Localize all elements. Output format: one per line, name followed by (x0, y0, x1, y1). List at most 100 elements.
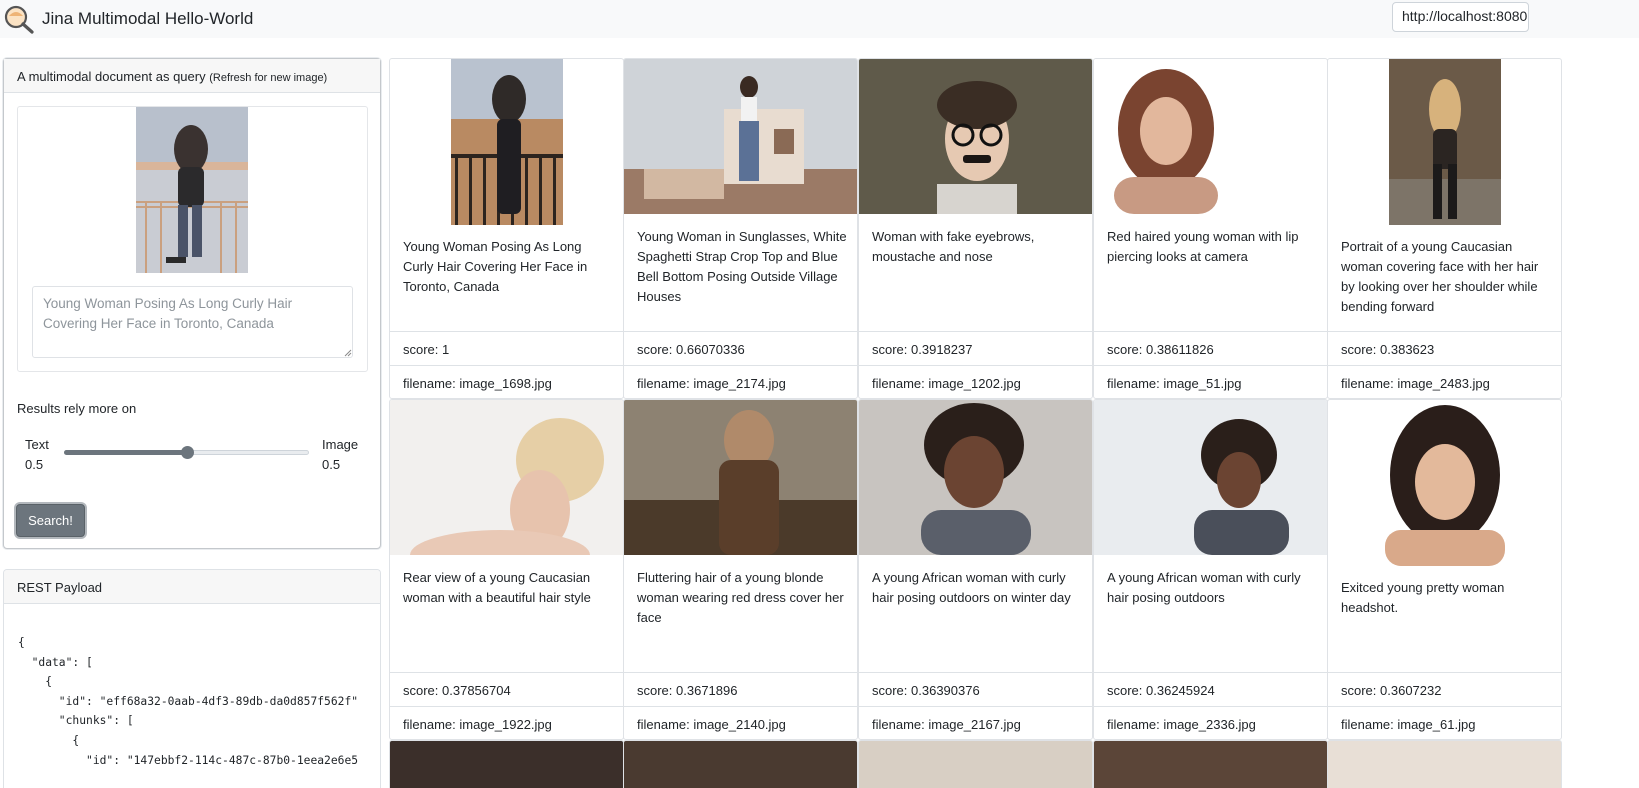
result-card-partial[interactable] (858, 740, 1093, 788)
result-filename: filename: image_1202.jpg (872, 376, 1021, 391)
result-card[interactable]: Young Woman Posing As Long Curly Hair Co… (389, 58, 624, 399)
result-filename: filename: image_2140.jpg (637, 717, 786, 732)
result-filename: filename: image_2483.jpg (1341, 376, 1490, 391)
result-image[interactable] (1094, 400, 1328, 555)
result-image[interactable] (859, 59, 1093, 214)
query-text-input[interactable]: Young Woman Posing As Long Curly Hair Co… (32, 286, 353, 358)
result-card[interactable]: Portrait of a young Caucasian woman cove… (1327, 58, 1562, 399)
result-caption: Young Woman in Sunglasses, White Spaghet… (637, 229, 847, 304)
rest-payload-card: REST Payload { "data": [ { "id": "eff68a… (3, 569, 381, 788)
divider (859, 331, 1092, 332)
divider (859, 365, 1092, 366)
rest-payload-header: REST Payload (4, 570, 380, 604)
payload-line: "data": [ (18, 655, 93, 669)
jina-search-logo-icon (4, 5, 34, 34)
result-score: score: 0.37856704 (403, 683, 511, 698)
result-filename: filename: image_1698.jpg (403, 376, 552, 391)
result-filename: filename: image_1922.jpg (403, 717, 552, 732)
payload-line: { (18, 733, 80, 747)
divider (1094, 706, 1327, 707)
result-score: score: 0.383623 (1341, 342, 1435, 357)
query-card: A multimodal document as query (Refresh … (3, 58, 381, 549)
divider (624, 672, 857, 673)
query-card-title: A multimodal document as query (17, 69, 206, 84)
divider (1328, 672, 1561, 673)
results-grid: Young Woman Posing As Long Curly Hair Co… (389, 58, 1639, 788)
result-card[interactable]: Woman with fake eyebrows, moustache and … (858, 58, 1093, 399)
endpoint-input[interactable]: http://localhost:8080 (1392, 2, 1529, 32)
result-card[interactable]: A young African woman with curly hair po… (858, 399, 1093, 740)
divider (1094, 331, 1327, 332)
result-image[interactable] (624, 400, 858, 555)
divider (624, 331, 857, 332)
result-card-partial[interactable] (389, 740, 624, 788)
result-card[interactable]: Young Woman in Sunglasses, White Spaghet… (623, 58, 858, 399)
result-image[interactable] (859, 400, 1093, 555)
payload-line: "id": "eff68a32-0aab-4df3-89db-da0d857f5… (18, 694, 359, 708)
result-caption: Young Woman Posing As Long Curly Hair Co… (403, 239, 588, 294)
result-score: score: 0.36390376 (872, 683, 980, 698)
result-card[interactable]: Rear view of a young Caucasian woman wit… (389, 399, 624, 740)
slider-fill (64, 450, 187, 455)
result-card[interactable]: Exitced young pretty woman headshot. scor… (1327, 399, 1562, 740)
result-caption: Fluttering hair of a young blonde woman … (637, 570, 844, 625)
divider (390, 672, 623, 673)
divider (1328, 331, 1561, 332)
result-caption: A young African woman with curly hair po… (872, 570, 1071, 605)
result-image[interactable] (624, 59, 858, 214)
result-caption: Rear view of a young Caucasian woman wit… (403, 570, 591, 605)
divider (624, 365, 857, 366)
app-title: Jina Multimodal Hello-World (42, 9, 254, 28)
search-button[interactable]: Search! (16, 504, 85, 537)
rely-label: Results rely more on (17, 401, 137, 416)
result-score: score: 0.3918237 (872, 342, 973, 357)
result-caption: Red haired young woman with lip piercing… (1107, 229, 1299, 264)
result-card-partial[interactable] (1093, 740, 1328, 788)
image-weight-label: Image (322, 437, 359, 452)
divider (390, 331, 623, 332)
result-score: score: 1 (403, 342, 450, 357)
brand[interactable]: Jina Multimodal Hello-World (2, 4, 253, 34)
result-caption: Woman with fake eyebrows, moustache and … (872, 229, 1035, 264)
text-weight-label: Text (25, 437, 49, 452)
divider (1328, 706, 1561, 707)
result-caption: A young African woman with curly hair po… (1107, 570, 1301, 605)
rest-payload-code: { "data": [ { "id": "eff68a32-0aab-4df3-… (18, 633, 358, 770)
divider (1094, 365, 1327, 366)
top-navbar: Jina Multimodal Hello-World http://local… (0, 0, 1639, 38)
result-score: score: 0.3607232 (1341, 683, 1442, 698)
result-image[interactable] (390, 400, 624, 555)
result-image[interactable] (1094, 59, 1241, 214)
slider-thumb[interactable] (180, 446, 194, 459)
divider (390, 365, 623, 366)
result-caption: Portrait of a young Caucasian woman cove… (1341, 239, 1539, 314)
result-card-partial[interactable] (623, 740, 858, 788)
result-card[interactable]: Red haired young woman with lip piercing… (1093, 58, 1328, 399)
payload-line: { (18, 636, 25, 649)
result-filename: filename: image_51.jpg (1107, 376, 1242, 391)
result-score: score: 0.38611826 (1107, 342, 1214, 357)
result-image[interactable] (451, 59, 563, 225)
payload-line: "chunks": [ (18, 714, 134, 728)
divider (859, 672, 1092, 673)
result-card[interactable]: Fluttering hair of a young blonde woman … (623, 399, 858, 740)
resize-grip-icon[interactable] (344, 349, 352, 357)
result-score: score: 0.3671896 (637, 683, 738, 698)
payload-line: "id": "147ebbf2-114c-487c-87b0-1eea2e6e5 (18, 753, 359, 767)
result-image[interactable] (1365, 400, 1523, 566)
divider (1328, 365, 1561, 366)
result-filename: filename: image_2336.jpg (1107, 717, 1256, 732)
divider (859, 706, 1092, 707)
result-caption: Exitced young pretty woman headshot. (1341, 580, 1505, 615)
result-card[interactable]: A young African woman with curly hair po… (1093, 399, 1328, 740)
query-card-header: A multimodal document as query (Refresh … (4, 59, 380, 93)
refresh-hint: (Refresh for new image) (209, 72, 328, 84)
payload-line: { (18, 675, 53, 689)
result-score: score: 0.36245924 (1107, 683, 1215, 698)
divider (624, 706, 857, 707)
result-card-partial[interactable] (1327, 740, 1562, 788)
result-image[interactable] (1389, 59, 1501, 225)
query-image[interactable] (136, 107, 248, 273)
modality-weight-slider[interactable] (64, 445, 309, 459)
image-weight-value: 0.5 (322, 457, 341, 472)
